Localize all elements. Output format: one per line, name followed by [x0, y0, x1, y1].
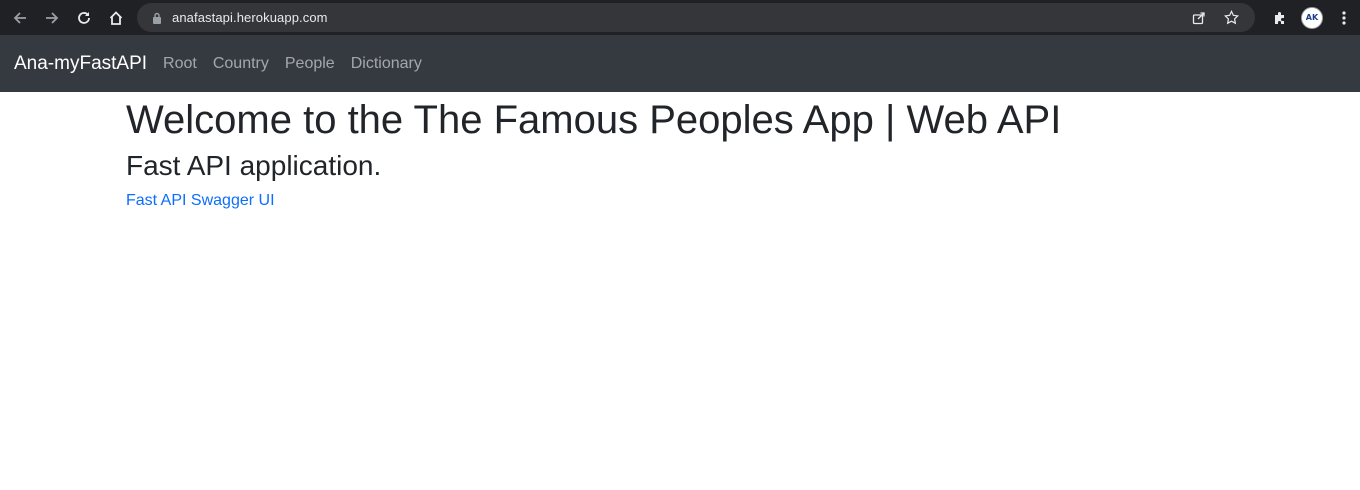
nav-link-country[interactable]: Country — [205, 55, 277, 73]
bookmark-button[interactable] — [1215, 3, 1247, 32]
navbar-brand[interactable]: Ana-myFastAPI — [14, 53, 147, 75]
url-text[interactable]: anafastapi.herokuapp.com — [172, 10, 328, 25]
address-bar-actions — [1183, 3, 1247, 32]
lock-icon[interactable] — [150, 11, 164, 25]
home-button[interactable] — [100, 2, 132, 34]
profile-initials: AK — [1305, 13, 1319, 22]
forward-arrow-icon — [44, 10, 60, 26]
kebab-menu-icon — [1342, 10, 1346, 25]
nav-link-root[interactable]: Root — [155, 55, 205, 73]
main-content: Welcome to the The Famous Peoples App | … — [126, 92, 1226, 210]
avatar[interactable]: AK — [1301, 6, 1323, 29]
back-arrow-icon — [12, 10, 28, 26]
reload-icon — [76, 10, 92, 26]
reload-button[interactable] — [68, 2, 100, 34]
forward-button[interactable] — [36, 2, 68, 34]
extensions-puzzle-icon — [1272, 10, 1288, 26]
extensions-button[interactable] — [1264, 2, 1296, 34]
page-title: Welcome to the The Famous Peoples App | … — [126, 98, 1062, 142]
address-bar[interactable]: anafastapi.herokuapp.com — [137, 3, 1255, 32]
back-button[interactable] — [4, 2, 36, 34]
browser-toolbar: anafastapi.herokuapp.com AK — [0, 0, 1360, 35]
share-icon — [1192, 11, 1206, 25]
swagger-ui-link[interactable]: Fast API Swagger UI — [126, 192, 275, 210]
app-navbar: Ana-myFastAPI Root Country People Dictio… — [0, 35, 1360, 92]
star-icon — [1223, 10, 1239, 25]
nav-link-dictionary[interactable]: Dictionary — [343, 55, 430, 73]
browser-toolbar-right: AK — [1264, 0, 1360, 35]
nav-link-people[interactable]: People — [277, 55, 343, 73]
browser-menu-button[interactable] — [1328, 2, 1360, 34]
share-button[interactable] — [1183, 3, 1215, 32]
page-subtitle: Fast API application. — [126, 150, 382, 181]
home-icon — [108, 10, 124, 26]
